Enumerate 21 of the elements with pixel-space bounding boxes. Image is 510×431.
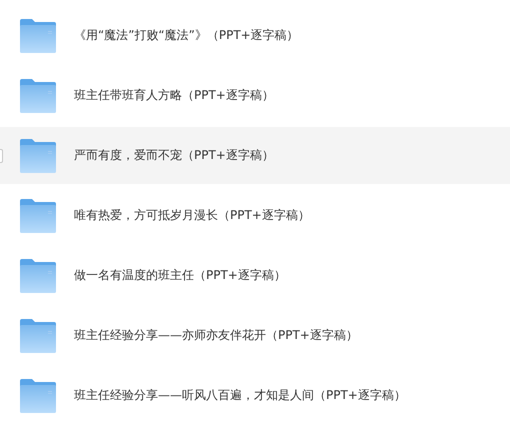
folder-row[interactable]: 班主任带班育人方略（PPT+逐字稿） <box>0 67 510 124</box>
folder-row[interactable]: 班主任经验分享——听风八百遍，才知是人间（PPT+逐字稿） <box>0 367 510 424</box>
folder-row[interactable]: 《用“魔法”打败“魔法”》（PPT+逐字稿） <box>0 7 510 64</box>
folder-name: 严而有度，爱而不宠（PPT+逐字稿） <box>74 147 274 164</box>
folder-name: 班主任经验分享——听风八百遍，才知是人间（PPT+逐字稿） <box>74 387 406 404</box>
folder-name: 唯有热爱，方可抵岁月漫长（PPT+逐字稿） <box>74 207 310 224</box>
folder-name: 班主任经验分享——亦师亦友伴花开（PPT+逐字稿） <box>74 327 358 344</box>
folder-icon <box>20 78 56 112</box>
folder-row[interactable]: 严而有度，爱而不宠（PPT+逐字稿） <box>0 127 510 184</box>
folder-icon <box>20 198 56 232</box>
folder-icon <box>20 378 56 412</box>
folder-icon <box>20 138 56 172</box>
folder-icon <box>20 18 56 52</box>
folder-icon <box>20 258 56 292</box>
folder-row[interactable]: 班主任经验分享——亦师亦友伴花开（PPT+逐字稿） <box>0 307 510 364</box>
folder-row[interactable]: 唯有热爱，方可抵岁月漫长（PPT+逐字稿） <box>0 187 510 244</box>
folder-name: 做一名有温度的班主任（PPT+逐字稿） <box>74 267 286 284</box>
folder-icon <box>20 318 56 352</box>
folder-name: 《用“魔法”打败“魔法”》（PPT+逐字稿） <box>74 27 299 44</box>
folder-name: 班主任带班育人方略（PPT+逐字稿） <box>74 87 274 104</box>
folder-row[interactable]: 做一名有温度的班主任（PPT+逐字稿） <box>0 247 510 304</box>
